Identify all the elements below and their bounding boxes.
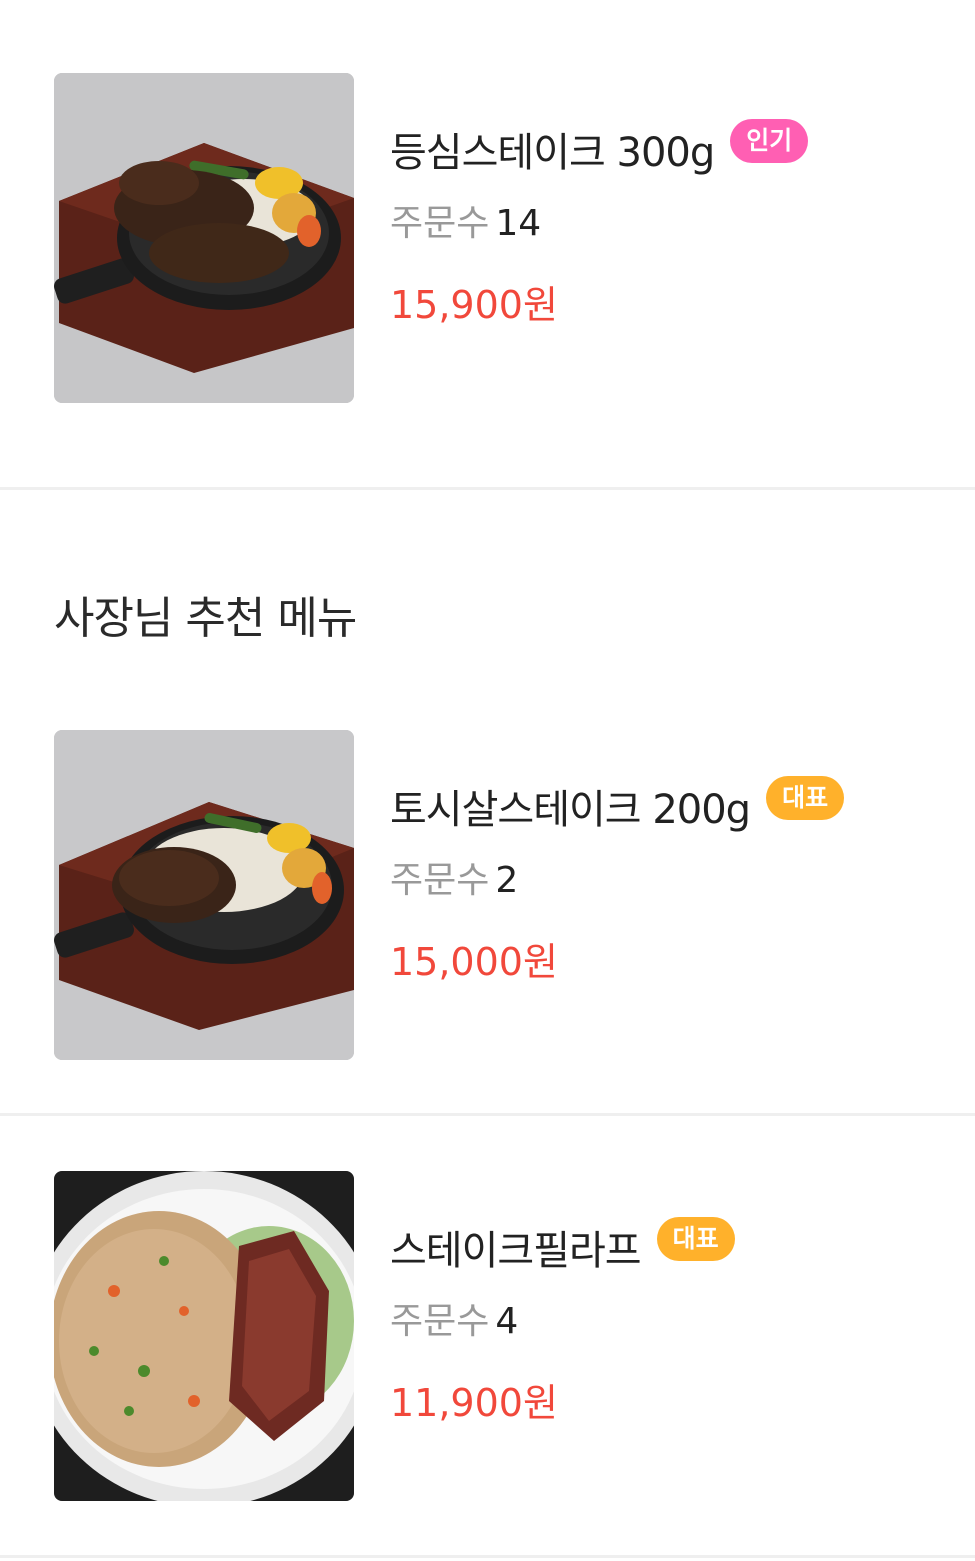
menu-item-steak-pilaf[interactable]: 스테이크필라프 대표 주문수 4 11,900원 — [0, 1171, 975, 1501]
divider — [0, 487, 975, 490]
menu-item-name: 스테이크필라프 — [390, 1228, 642, 1274]
menu-item-price: 11,900원 — [390, 1381, 558, 1425]
menu-item-name-row: 등심스테이크 300g 인기 — [390, 119, 809, 179]
menu-item-sirloin-steak[interactable]: 등심스테이크 300g 인기 주문수 14 15,900원 — [0, 73, 975, 403]
steak-image-icon — [54, 730, 354, 1060]
section-title: 사장님 추천 메뉴 — [54, 593, 357, 644]
orders-count: 4 — [495, 1301, 519, 1342]
signature-badge: 대표 — [656, 1217, 735, 1261]
menu-item-orders: 주문수 4 — [390, 1299, 735, 1345]
menu-item-price: 15,000원 — [390, 940, 558, 984]
pilaf-image-icon — [54, 1171, 354, 1501]
menu-item-orders: 주문수 2 — [390, 858, 844, 904]
orders-label: 주문수 — [390, 860, 490, 901]
menu-item-image — [54, 73, 354, 403]
menu-list-page: 등심스테이크 300g 인기 주문수14 15,900원 사장님 추천 메뉴 — [0, 0, 975, 1561]
menu-item-info: 토시살스테이크 200g 대표 주문수 2 15,000원 — [390, 776, 845, 986]
orders-count: 2 — [495, 860, 519, 901]
menu-item-name-row: 토시살스테이크 200g 대표 — [390, 776, 845, 836]
orders-count: 14 — [495, 203, 542, 244]
menu-item-name: 토시살스테이크 200g — [390, 787, 751, 833]
menu-item-image — [54, 1171, 354, 1501]
divider — [0, 1555, 975, 1558]
popular-badge: 인기 — [730, 119, 809, 163]
menu-item-info: 등심스테이크 300g 인기 주문수 14 15,900원 — [390, 119, 809, 329]
steak-image-icon — [54, 73, 354, 403]
menu-item-price: 15,900원 — [390, 283, 558, 327]
orders-label: 주문수 — [390, 1301, 490, 1342]
menu-item-info: 스테이크필라프 대표 주문수 4 11,900원 — [390, 1217, 735, 1427]
divider — [0, 1113, 975, 1116]
signature-badge: 대표 — [766, 776, 845, 820]
menu-item-name-row: 스테이크필라프 대표 — [390, 1217, 735, 1277]
menu-item-image — [54, 730, 354, 1060]
menu-item-name: 등심스테이크 300g — [390, 130, 715, 176]
menu-item-orders: 주문수 14 — [390, 201, 808, 247]
menu-item-hanger-steak[interactable]: 토시살스테이크 200g 대표 주문수 2 15,000원 — [0, 730, 975, 1060]
orders-label: 주문수 — [390, 203, 490, 244]
